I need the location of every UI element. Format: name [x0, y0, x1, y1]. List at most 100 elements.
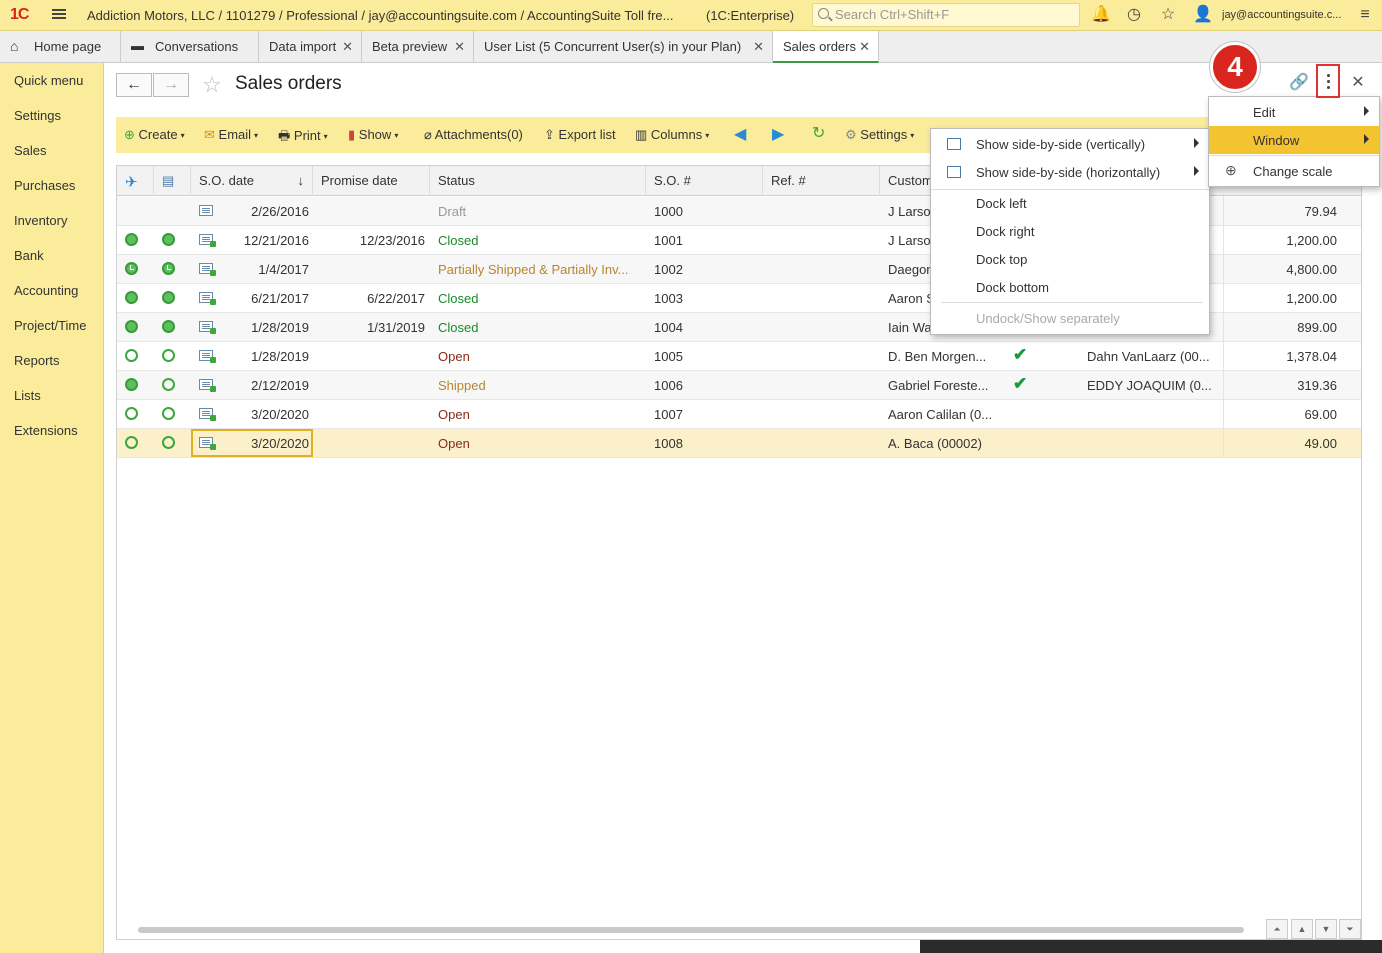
hamburger-menu-icon[interactable] — [52, 7, 66, 21]
cell-promise-date[interactable]: 12/23/2016 — [313, 233, 425, 248]
close-icon[interactable]: ✕ — [753, 39, 764, 55]
table-row[interactable]: 3/20/2020 Open 1007 Aaron Calilan (0... 69.0… — [117, 400, 1361, 429]
link-icon[interactable]: 🔗 — [1289, 74, 1309, 92]
cell-status[interactable]: Shipped — [438, 378, 638, 393]
menu-item-change-scale[interactable]: ⊕ Change scale — [1209, 157, 1379, 185]
sidebar-item-accounting[interactable]: Accounting — [14, 283, 78, 298]
menu-item-dock-bottom[interactable]: Dock bottom — [931, 273, 1209, 301]
table-row[interactable]: 2/12/2019 Shipped 1006 Gabriel Foreste... ✔ E… — [117, 371, 1361, 400]
app-logo[interactable]: 1С — [10, 6, 29, 24]
cell-status[interactable]: Open — [438, 407, 638, 422]
sidebar-item-quick-menu[interactable]: Quick menu — [14, 73, 83, 88]
refresh-icon[interactable]: ↻ — [812, 123, 825, 143]
history-icon[interactable]: ◷ — [1125, 6, 1143, 24]
cell-so-number[interactable]: 1005 — [654, 349, 754, 364]
cell-status[interactable]: Open — [438, 436, 638, 451]
user-icon[interactable]: 👤 — [1193, 6, 1213, 24]
cell-so-date[interactable]: 1/28/2019 — [191, 320, 313, 335]
menu-item-dock-top[interactable]: Dock top — [931, 245, 1209, 273]
column-promise-date[interactable]: Promise date — [313, 166, 430, 196]
cell-so-date[interactable]: 6/21/2017 — [191, 291, 313, 306]
tab-sales-orders[interactable]: Sales orders ✕ — [773, 31, 879, 63]
arrow-left-icon[interactable]: ◀ — [734, 124, 746, 144]
tab-beta-preview[interactable]: Beta preview ✕ — [362, 31, 474, 63]
cell-so-number[interactable]: 1007 — [654, 407, 754, 422]
settings-button[interactable]: ⚙ Settings ▾ — [845, 127, 914, 143]
cell-amount[interactable]: 79.94 — [1229, 204, 1337, 219]
sidebar-item-settings[interactable]: Settings — [14, 108, 61, 123]
horizontal-scrollbar[interactable] — [138, 927, 1244, 933]
column-status[interactable]: Status — [430, 166, 646, 196]
show-button[interactable]: ▮ Show ▾ — [348, 127, 398, 143]
cell-amount[interactable]: 69.00 — [1229, 407, 1337, 422]
cell-customer[interactable]: A. Baca (00002) — [888, 436, 1000, 451]
table-row[interactable]: 3/20/2020 Open 1008 A. Baca (00002) 49.00 — [117, 429, 1361, 458]
cell-customer[interactable]: Aaron Calilan (0... — [888, 407, 1000, 422]
print-button[interactable]: 🖶 Print ▾ — [278, 127, 328, 149]
bell-icon[interactable]: 🔔 — [1091, 6, 1111, 24]
search-input[interactable]: Search Ctrl+Shift+F — [812, 3, 1080, 27]
cell-status[interactable]: Closed — [438, 233, 638, 248]
sidebar-item-lists[interactable]: Lists — [14, 388, 41, 403]
sidebar-item-bank[interactable]: Bank — [14, 248, 44, 263]
cell-so-date[interactable]: 1/4/2017 — [191, 262, 313, 277]
cell-so-number[interactable]: 1001 — [654, 233, 754, 248]
tab-conversations[interactable]: ▬ Conversations — [121, 31, 259, 63]
tab-user-list[interactable]: User List (5 Concurrent User(s) in your … — [474, 31, 773, 63]
forward-button[interactable]: → — [153, 73, 189, 97]
export-list-button[interactable]: ⇪ Export list — [544, 127, 616, 143]
close-icon[interactable]: ✕ — [454, 39, 465, 55]
back-button[interactable]: ← — [116, 73, 152, 97]
sidebar-item-sales[interactable]: Sales — [14, 143, 47, 158]
plane-icon[interactable]: ✈ — [117, 166, 154, 196]
cell-so-number[interactable]: 1006 — [654, 378, 754, 393]
system-menu-icon[interactable]: ≡ — [1356, 6, 1374, 24]
cell-amount[interactable]: 1,200.00 — [1229, 291, 1337, 306]
column-ref-number[interactable]: Ref. # — [763, 166, 880, 196]
cell-so-date[interactable]: 3/20/2020 — [191, 407, 313, 422]
arrow-right-icon[interactable]: ▶ — [772, 124, 784, 144]
cell-so-date[interactable]: 2/12/2019 — [191, 378, 313, 393]
cell-amount[interactable]: 319.36 — [1229, 378, 1337, 393]
cell-so-date[interactable]: 2/26/2016 — [191, 204, 313, 219]
menu-item-side-by-side-horizontal[interactable]: Show side-by-side (horizontally) — [931, 158, 1209, 186]
cell-so-number[interactable]: 1004 — [654, 320, 754, 335]
cell-sales-rep[interactable]: EDDY JOAQUIM (0... — [1087, 378, 1219, 393]
column-so-date[interactable]: S.O. date ↓ — [191, 166, 313, 196]
sidebar-item-purchases[interactable]: Purchases — [14, 178, 75, 193]
tab-data-import[interactable]: Data import ✕ — [259, 31, 362, 63]
menu-item-window[interactable]: Window — [1209, 126, 1379, 154]
more-actions-button[interactable] — [1316, 64, 1340, 98]
table-row[interactable]: 1/28/2019 Open 1005 D. Ben Morgen... ✔ Dahn V… — [117, 342, 1361, 371]
star-icon[interactable]: ☆ — [1159, 6, 1177, 24]
sidebar-item-extensions[interactable]: Extensions — [14, 423, 78, 438]
sidebar-item-reports[interactable]: Reports — [14, 353, 60, 368]
cell-customer[interactable]: D. Ben Morgen... — [888, 349, 1000, 364]
scroll-up-icon[interactable]: ▲ — [1291, 919, 1313, 939]
column-so-number[interactable]: S.O. # — [646, 166, 763, 196]
columns-button[interactable]: ▥ Columns ▾ — [635, 127, 709, 143]
cell-status[interactable]: Closed — [438, 291, 638, 306]
email-button[interactable]: ✉ Email ▾ — [204, 127, 258, 143]
cell-so-number[interactable]: 1000 — [654, 204, 754, 219]
cell-so-number[interactable]: 1002 — [654, 262, 754, 277]
scroll-bottom-icon[interactable]: ⏷ — [1339, 919, 1361, 939]
cell-sales-rep[interactable]: Dahn VanLaarz (00... — [1087, 349, 1219, 364]
user-email[interactable]: jay@accountingsuite.c... — [1222, 9, 1342, 21]
cell-so-number[interactable]: 1008 — [654, 436, 754, 451]
menu-item-dock-left[interactable]: Dock left — [931, 189, 1209, 217]
close-icon[interactable]: ✕ — [859, 39, 870, 55]
menu-item-dock-right[interactable]: Dock right — [931, 217, 1209, 245]
cell-status[interactable]: Open — [438, 349, 638, 364]
cell-status[interactable]: Closed — [438, 320, 638, 335]
cell-status[interactable]: Draft — [438, 204, 638, 219]
attachments-button[interactable]: ⌀ Attachments(0) — [424, 127, 523, 143]
cell-so-number[interactable]: 1003 — [654, 291, 754, 306]
sidebar-item-inventory[interactable]: Inventory — [14, 213, 67, 228]
tab-home-page[interactable]: ⌂ Home page — [0, 31, 121, 63]
sidebar-item-project-time[interactable]: Project/Time — [14, 318, 86, 333]
cell-amount[interactable]: 1,378.04 — [1229, 349, 1337, 364]
cell-amount[interactable]: 1,200.00 — [1229, 233, 1337, 248]
cell-so-date[interactable]: 3/20/2020 — [191, 429, 313, 457]
cell-amount[interactable]: 4,800.00 — [1229, 262, 1337, 277]
